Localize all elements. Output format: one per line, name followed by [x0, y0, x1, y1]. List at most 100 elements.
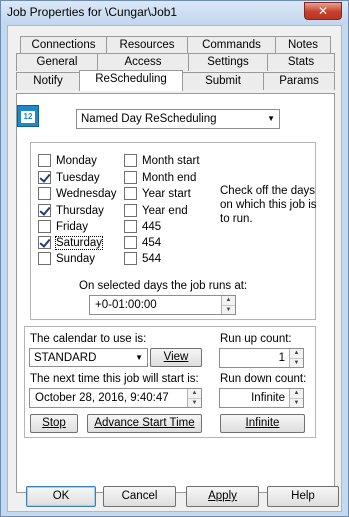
runs-at-spinner[interactable]: ▲ ▼ — [221, 296, 235, 314]
checkbox-friday[interactable]: Friday — [38, 220, 88, 233]
run-up-spinner[interactable]: ▲ ▼ — [289, 349, 303, 367]
days-hint: Check off the days on which this job is … — [220, 184, 317, 226]
checkbox-box[interactable] — [124, 220, 137, 233]
spin-up-icon[interactable]: ▲ — [222, 296, 235, 305]
button-label: OK — [52, 490, 70, 502]
checkbox-label: Year start — [142, 187, 191, 200]
checkbox-544[interactable]: 544 — [124, 252, 161, 265]
advance-start-time-button[interactable]: Advance Start Time — [87, 414, 202, 433]
checkbox-label: Sunday — [56, 252, 96, 265]
run-down-value: Infinite — [251, 392, 285, 404]
calendar-select[interactable]: STANDARD ▼ — [29, 348, 148, 367]
apply-button[interactable]: Apply — [186, 486, 259, 507]
tab-settings[interactable]: Settings — [188, 53, 268, 71]
checkbox-label: 445 — [142, 220, 162, 233]
checkbox-box[interactable] — [38, 154, 51, 167]
tab-label: Commands — [202, 39, 261, 51]
tab-connections[interactable]: Connections — [20, 36, 107, 54]
checkbox-label: Month start — [142, 154, 200, 167]
checkbox-label: 454 — [142, 236, 162, 249]
checkbox-saturday[interactable]: Saturday — [38, 235, 104, 250]
chevron-down-icon: ▼ — [135, 353, 143, 362]
spin-down-icon[interactable]: ▼ — [290, 358, 303, 367]
button-label: View — [163, 351, 189, 363]
tab-submit[interactable]: Submit — [182, 72, 264, 90]
spin-up-icon[interactable]: ▲ — [290, 389, 303, 398]
runs-at-value: +0-01:00:00 — [95, 299, 157, 311]
spin-down-icon[interactable]: ▼ — [222, 305, 235, 314]
next-start-spinner[interactable]: ▲ ▼ — [187, 389, 201, 407]
checkbox-tuesday[interactable]: Tuesday — [38, 171, 100, 184]
runs-at-time-input[interactable]: +0-01:00:00 ▲ ▼ — [89, 295, 236, 315]
schedule-type-value: Named Day ReScheduling — [81, 113, 217, 125]
checkbox-box[interactable] — [38, 236, 51, 249]
run-up-count-input[interactable]: 1 ▲ ▼ — [219, 348, 304, 368]
checkbox-month-end[interactable]: Month end — [124, 171, 196, 184]
infinite-button[interactable]: Infinite — [220, 414, 305, 433]
checkbox-year-end[interactable]: Year end — [124, 204, 188, 217]
checkbox-box[interactable] — [124, 154, 137, 167]
checkbox-box[interactable] — [124, 171, 137, 184]
checkbox-label: Year end — [142, 204, 188, 217]
checkbox-box[interactable] — [124, 187, 137, 200]
checkbox-month-start[interactable]: Month start — [124, 154, 200, 167]
schedule-type-select[interactable]: Named Day ReScheduling ▼ — [76, 109, 280, 129]
button-label: Advance Start Time — [94, 417, 195, 429]
checkbox-box[interactable] — [38, 187, 51, 200]
spin-up-icon[interactable]: ▲ — [290, 349, 303, 358]
calendar-value: STANDARD — [34, 352, 97, 364]
run-down-spinner[interactable]: ▲ ▼ — [289, 389, 303, 407]
spin-down-icon[interactable]: ▼ — [290, 398, 303, 407]
checkbox-label: Thursday — [56, 204, 104, 217]
tab-general[interactable]: General — [16, 53, 98, 71]
tab-label: Submit — [205, 75, 241, 87]
button-label: Cancel — [121, 490, 158, 502]
tab-commands[interactable]: Commands — [187, 36, 276, 54]
run-up-value: 1 — [278, 352, 285, 364]
checkbox-year-start[interactable]: Year start — [124, 187, 191, 200]
tab-label: Resources — [119, 39, 175, 51]
checkbox-wednesday[interactable]: Wednesday — [38, 187, 117, 200]
next-start-input[interactable]: October 28, 2016, 9:40:47 ▲ ▼ — [29, 388, 202, 408]
ok-button[interactable]: OK — [26, 486, 96, 507]
tab-label: Params — [279, 75, 319, 87]
stop-button[interactable]: Stop — [30, 414, 78, 433]
checkbox-box[interactable] — [38, 252, 51, 265]
button-label: Stop — [42, 417, 66, 429]
checkbox-thursday[interactable]: Thursday — [38, 204, 104, 217]
checkbox-label: Friday — [56, 220, 88, 233]
tab-access[interactable]: Access — [97, 53, 189, 71]
checkbox-box[interactable] — [38, 204, 51, 217]
tab-label: Access — [124, 56, 162, 68]
checkbox-sunday[interactable]: Sunday — [38, 252, 95, 265]
run-up-label: Run up count: — [220, 333, 292, 345]
tab-stats[interactable]: Stats — [267, 53, 335, 71]
checkbox-box[interactable] — [124, 236, 137, 249]
tab-label: Notes — [287, 39, 319, 51]
tab-notify[interactable]: Notify — [16, 72, 80, 90]
spin-up-icon[interactable]: ▲ — [188, 389, 201, 398]
cancel-button[interactable]: Cancel — [103, 486, 176, 507]
checkbox-445[interactable]: 445 — [124, 220, 161, 233]
chevron-down-icon: ▼ — [267, 114, 275, 123]
tab-resources[interactable]: Resources — [106, 36, 188, 54]
checkbox-box[interactable] — [38, 171, 51, 184]
spin-down-icon[interactable]: ▼ — [188, 398, 201, 407]
run-down-count-input[interactable]: Infinite ▲ ▼ — [219, 388, 304, 408]
close-button[interactable]: ✕ — [304, 2, 342, 20]
tab-label: Stats — [287, 56, 315, 68]
next-start-value: October 28, 2016, 9:40:47 — [35, 392, 169, 404]
view-calendar-button[interactable]: View — [150, 348, 202, 367]
checkbox-box[interactable] — [124, 252, 137, 265]
checkbox-box[interactable] — [38, 220, 51, 233]
checkbox-monday[interactable]: Monday — [38, 154, 97, 167]
tab-notes[interactable]: Notes — [275, 36, 331, 54]
title-bar[interactable]: Job Properties for \Cungar\Job1 ✕ — [1, 1, 348, 25]
tab-label: General — [36, 56, 78, 68]
tab-rescheduling[interactable]: ReScheduling — [79, 70, 183, 91]
checkbox-454[interactable]: 454 — [124, 236, 161, 249]
tab-label: Notify — [33, 75, 63, 87]
checkbox-box[interactable] — [124, 204, 137, 217]
help-button[interactable]: Help — [267, 486, 339, 507]
tab-params[interactable]: Params — [263, 72, 335, 90]
